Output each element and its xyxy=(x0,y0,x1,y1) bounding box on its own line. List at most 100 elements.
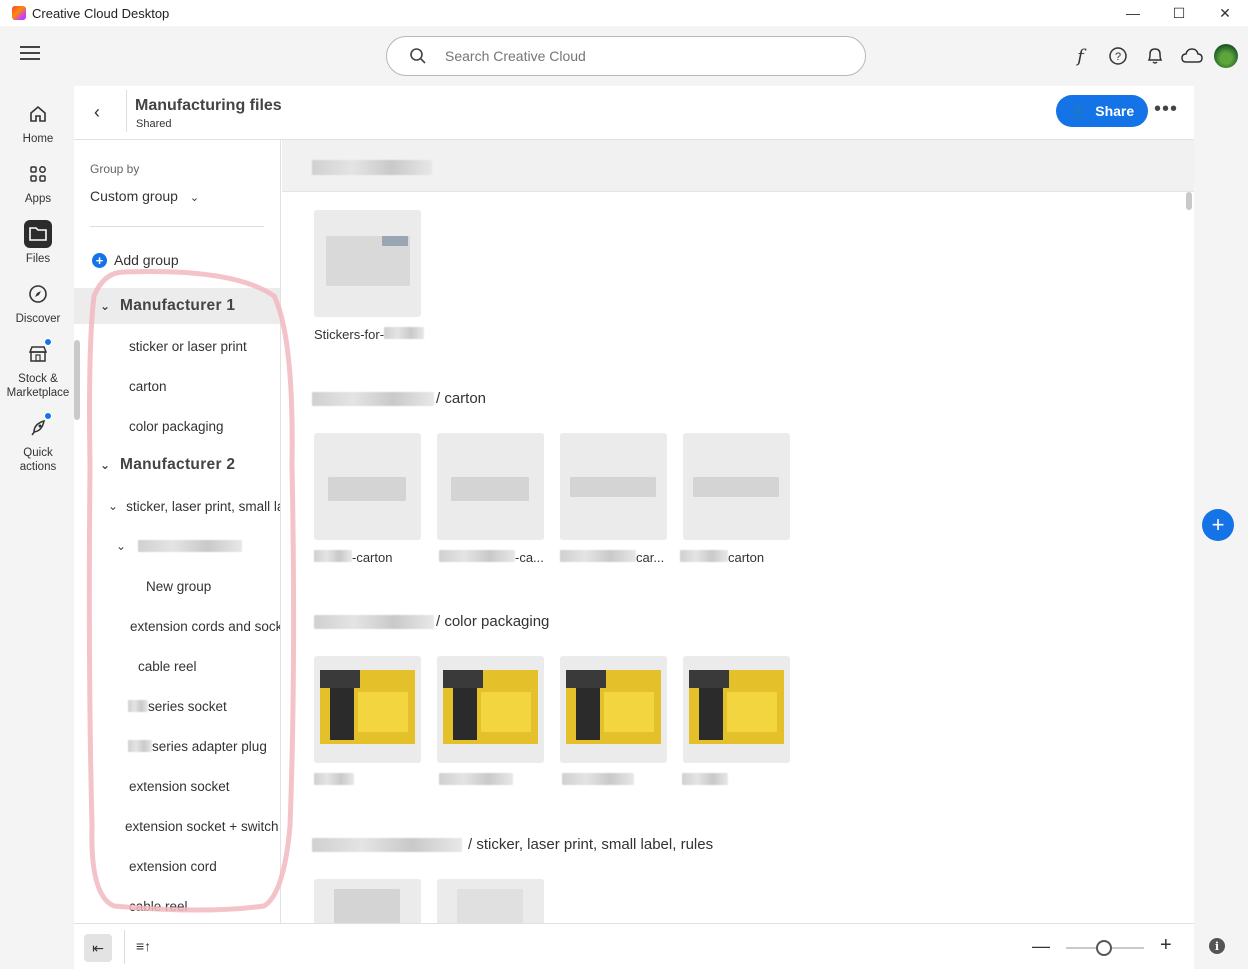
chevron-down-icon: ⌄ xyxy=(116,539,127,553)
back-chevron-icon[interactable]: ‹ xyxy=(94,102,100,123)
tree-label: series socket xyxy=(148,698,227,714)
tree-item[interactable]: carton xyxy=(74,368,280,404)
zoom-in-icon[interactable]: + xyxy=(1160,934,1172,957)
file-tile[interactable] xyxy=(437,433,544,540)
nav-stock-label-line2: Marketplace xyxy=(6,387,70,399)
add-group-label: Add group xyxy=(114,252,179,268)
tree-label: Manufacturer 2 xyxy=(120,456,236,473)
tree-item[interactable]: extension socket xyxy=(74,768,280,804)
minimize-button[interactable]: — xyxy=(1110,0,1156,26)
section-title-text: / carton xyxy=(436,390,487,407)
store-icon xyxy=(24,338,52,368)
nav-quick-label-line2: actions xyxy=(19,461,57,473)
info-icon[interactable]: i xyxy=(1209,938,1225,954)
redacted-label xyxy=(128,740,152,752)
close-button[interactable]: ✕ xyxy=(1202,0,1248,26)
tree-label: series adapter plug xyxy=(152,738,267,754)
svg-text:?: ? xyxy=(1114,51,1120,63)
tree-label: cable reel xyxy=(138,658,197,674)
tree-item[interactable]: sticker or laser print xyxy=(74,328,280,364)
zoom-out-icon[interactable]: — xyxy=(1032,936,1050,957)
file-tile[interactable] xyxy=(314,433,421,540)
file-label: carton xyxy=(680,550,764,565)
search-box[interactable] xyxy=(386,36,866,76)
file-tile[interactable] xyxy=(437,879,544,923)
nav-apps-label: Apps xyxy=(24,193,52,205)
apps-grid-icon xyxy=(24,160,52,188)
nav-files[interactable]: Files xyxy=(0,220,76,266)
help-icon[interactable]: ? xyxy=(1099,42,1136,70)
nav-stock-label-line1: Stock & xyxy=(18,373,58,385)
tree-label: extension socket xyxy=(129,778,230,794)
file-tile[interactable] xyxy=(683,656,790,763)
collapse-panel-icon[interactable]: ⇤ xyxy=(84,934,112,962)
zoom-slider-handle[interactable] xyxy=(1096,940,1112,956)
tree-item[interactable]: New group xyxy=(74,568,280,604)
tree-subgroup[interactable]: ⌄ sticker, laser print, small lal xyxy=(74,488,281,524)
file-label-text: Stickers-for- xyxy=(314,327,385,342)
page-header: ‹ Manufacturing files Shared 👤 Share ••• xyxy=(74,86,1194,140)
file-label-text: carton xyxy=(728,550,765,565)
share-button[interactable]: 👤 Share xyxy=(1056,95,1148,127)
chevron-down-icon: ⌄ xyxy=(189,192,200,204)
notifications-bell-icon[interactable] xyxy=(1136,42,1173,70)
chevron-down-icon: ⌄ xyxy=(100,458,111,472)
file-tile[interactable] xyxy=(314,210,421,317)
nav-quick-actions[interactable]: Quick actions xyxy=(0,412,76,474)
section-header-sticky xyxy=(282,140,1194,192)
maximize-button[interactable]: ☐ xyxy=(1156,0,1202,26)
sort-icon[interactable]: ≡↑ xyxy=(136,938,151,954)
tree-label: extension socket + switch xyxy=(125,818,279,834)
tree-item[interactable]: extension cord xyxy=(74,848,280,884)
more-options-icon[interactable]: ••• xyxy=(1154,98,1178,121)
nav-stock-marketplace[interactable]: Stock & Marketplace xyxy=(0,338,76,400)
redacted-section-title xyxy=(312,160,432,175)
tree-label: sticker, laser print, small lal xyxy=(126,498,281,514)
file-label: car... xyxy=(560,550,664,565)
tree-label: sticker or laser print xyxy=(129,338,247,354)
nav-discover[interactable]: Discover xyxy=(0,280,76,326)
section-title: / color packaging xyxy=(314,613,549,630)
file-tile[interactable] xyxy=(683,433,790,540)
group-by-dropdown[interactable]: Custom group ⌄ xyxy=(90,188,199,204)
tree-group-manufacturer-1[interactable]: ⌄ Manufacturer 1 xyxy=(74,288,280,324)
file-tile[interactable] xyxy=(437,656,544,763)
title-bar: Creative Cloud Desktop — ☐ ✕ xyxy=(0,0,1248,26)
top-bar: f ? xyxy=(0,26,1248,86)
nav-apps[interactable]: Apps xyxy=(0,160,76,206)
menu-icon[interactable] xyxy=(20,46,40,62)
tree-item[interactable]: extension socket + switch xyxy=(74,808,280,844)
file-tile[interactable] xyxy=(314,879,421,923)
home-icon xyxy=(24,100,52,128)
nav-quick-label-line1: Quick xyxy=(23,447,53,459)
tree-item[interactable]: cable reel xyxy=(74,888,280,923)
tree-group-manufacturer-2[interactable]: ⌄ Manufacturer 2 xyxy=(74,447,280,483)
file-tile[interactable] xyxy=(314,656,421,763)
user-avatar[interactable] xyxy=(1214,44,1238,68)
file-tile[interactable] xyxy=(560,433,667,540)
add-group-button[interactable]: + Add group xyxy=(92,252,179,268)
search-input[interactable] xyxy=(445,48,825,64)
left-navigation: Home Apps Files Discover Stock & Marketpl… xyxy=(0,100,76,488)
nav-discover-label: Discover xyxy=(15,313,61,325)
file-label: -ca... xyxy=(439,550,544,565)
add-person-icon: 👤 xyxy=(1069,102,1088,119)
plus-circle-icon: + xyxy=(92,252,107,268)
tree-item[interactable]: cable reel xyxy=(74,648,280,684)
nav-home[interactable]: Home xyxy=(0,100,76,146)
tree-item[interactable]: color packaging xyxy=(74,408,280,444)
file-label: -carton xyxy=(314,550,392,565)
fonts-icon[interactable]: f xyxy=(1062,42,1099,70)
content-scrollbar[interactable] xyxy=(1186,192,1192,210)
tree-subgroup-redacted[interactable]: ⌄ xyxy=(74,528,280,564)
add-floating-button[interactable]: + xyxy=(1202,509,1234,541)
tree-item[interactable]: series adapter plug xyxy=(74,728,280,764)
share-button-label: Share xyxy=(1095,103,1135,119)
section-title: / carton xyxy=(312,390,486,407)
tree-item[interactable]: series socket xyxy=(74,688,280,724)
tree-label: Manufacturer 1 xyxy=(120,297,236,314)
cloud-sync-icon[interactable] xyxy=(1173,42,1210,70)
file-label-redacted xyxy=(314,773,354,788)
tree-item[interactable]: extension cords and sock xyxy=(74,608,280,644)
file-tile[interactable] xyxy=(560,656,667,763)
